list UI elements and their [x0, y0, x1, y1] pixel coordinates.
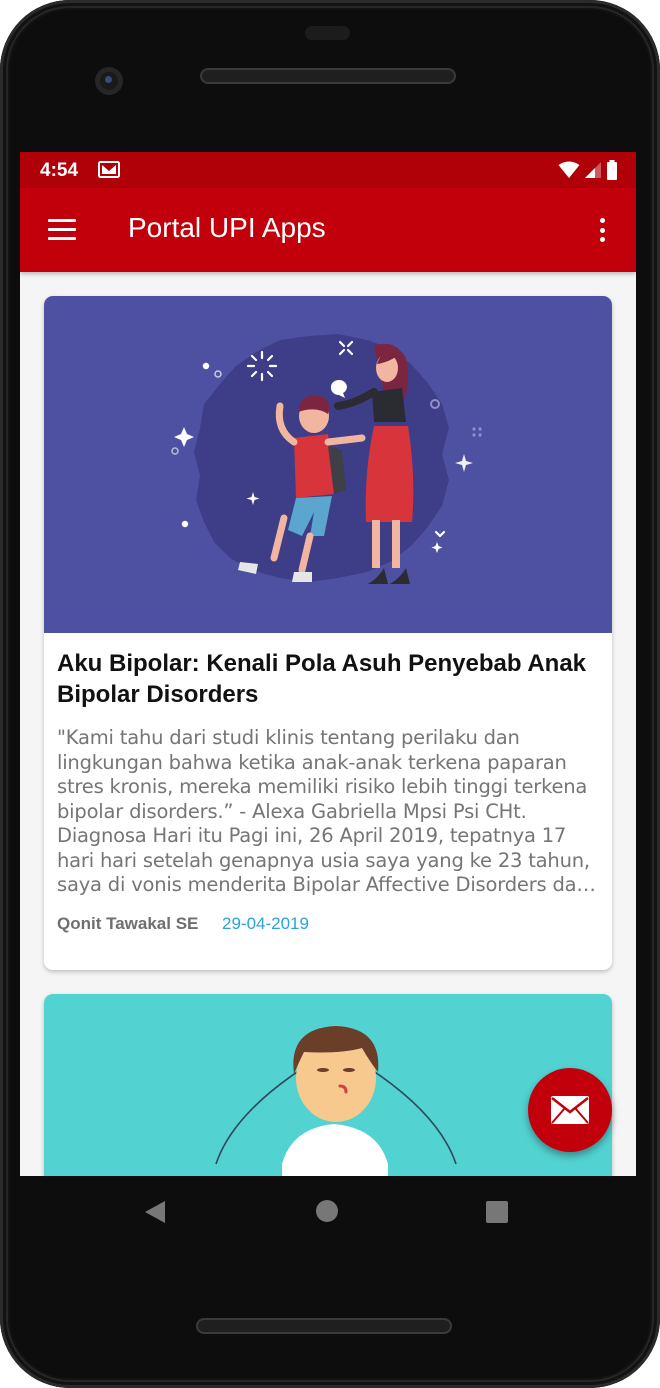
recents-icon[interactable]: [486, 1201, 508, 1223]
status-time: 4:54: [40, 160, 79, 181]
phone-frame: 4:54 Portal UPI Apps Aku Bipolar: Kenali…: [0, 0, 660, 1388]
screen: 4:54 Portal UPI Apps Aku Bipolar: Kenali…: [20, 152, 636, 1176]
bottom-speaker: [196, 1318, 452, 1334]
article-card[interactable]: Aku Bipolar: Kenali Pola Asuh Penyebab A…: [44, 296, 612, 970]
earpiece-speaker: [200, 68, 456, 84]
article-date: 29-04-2019: [222, 914, 309, 933]
article-card[interactable]: [44, 994, 612, 1176]
article-title[interactable]: Aku Bipolar: Kenali Pola Asuh Penyebab A…: [57, 648, 597, 710]
status-bar: 4:54: [20, 152, 636, 188]
home-icon[interactable]: [316, 1200, 338, 1222]
article-image: [44, 994, 612, 1176]
status-icons: [558, 160, 618, 180]
front-camera: [95, 67, 123, 95]
article-excerpt: "Kami tahu dari studi klinis tentang per…: [57, 726, 590, 896]
mail-notification-icon: [98, 161, 120, 178]
signal-icon: [585, 162, 601, 178]
article-list[interactable]: Aku Bipolar: Kenali Pola Asuh Penyebab A…: [20, 272, 636, 1176]
battery-icon: [607, 160, 617, 180]
overflow-menu-icon[interactable]: [590, 214, 614, 246]
article-author: Qonit Tawakal SE: [57, 914, 199, 933]
top-sensor-slot: [305, 26, 350, 40]
app-bar: Portal UPI Apps: [20, 188, 636, 272]
person-illustration: [215, 1026, 457, 1176]
menu-icon[interactable]: [48, 219, 76, 241]
mail-icon: [551, 1096, 589, 1124]
back-icon[interactable]: [144, 1200, 166, 1224]
app-title: Portal UPI Apps: [128, 212, 326, 243]
wifi-icon: [558, 161, 580, 178]
article-image: [44, 296, 612, 633]
compose-mail-button[interactable]: [528, 1068, 612, 1152]
parenting-illustration: [171, 334, 482, 584]
navigation-bar: [20, 1176, 636, 1246]
